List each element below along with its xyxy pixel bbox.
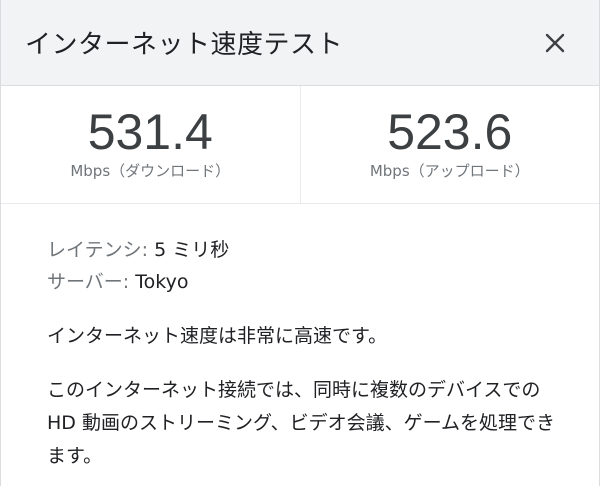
latency-line: レイテンシ: 5 ミリ秒: [47, 234, 575, 266]
server-line: サーバー: Tokyo: [47, 266, 575, 298]
speed-description: このインターネット接続では、同時に複数のデバイスでの HD 動画のストリーミング…: [47, 379, 556, 467]
speed-summary: インターネット速度は非常に高速です。: [47, 325, 388, 347]
download-speed-value: 531.4: [87, 104, 213, 160]
speed-test-panel: インターネット速度テスト 531.4 Mbps（ダウンロード） 523.6 Mb…: [0, 0, 600, 486]
server-label: サーバー:: [47, 271, 130, 293]
download-speed-label: Mbps（ダウンロード）: [70, 162, 231, 180]
server-value: Tokyo: [129, 271, 189, 293]
latency-value: 5 ミリ秒: [148, 239, 230, 261]
download-result: 531.4 Mbps（ダウンロード）: [1, 86, 300, 203]
test-details: レイテンシ: 5 ミリ秒 サーバー: Tokyo インターネット速度は非常に高速…: [1, 204, 599, 473]
upload-speed-label: Mbps（アップロード）: [369, 162, 530, 180]
latency-label: レイテンシ:: [47, 239, 149, 261]
panel-title: インターネット速度テスト: [25, 30, 344, 60]
close-icon: [545, 33, 565, 52]
speed-results: 531.4 Mbps（ダウンロード） 523.6 Mbps（アップロード）: [1, 86, 599, 204]
close-button[interactable]: [537, 25, 573, 61]
upload-result: 523.6 Mbps（アップロード）: [299, 86, 600, 203]
panel-header: インターネット速度テスト: [1, 0, 599, 86]
upload-speed-value: 523.6: [387, 104, 513, 160]
